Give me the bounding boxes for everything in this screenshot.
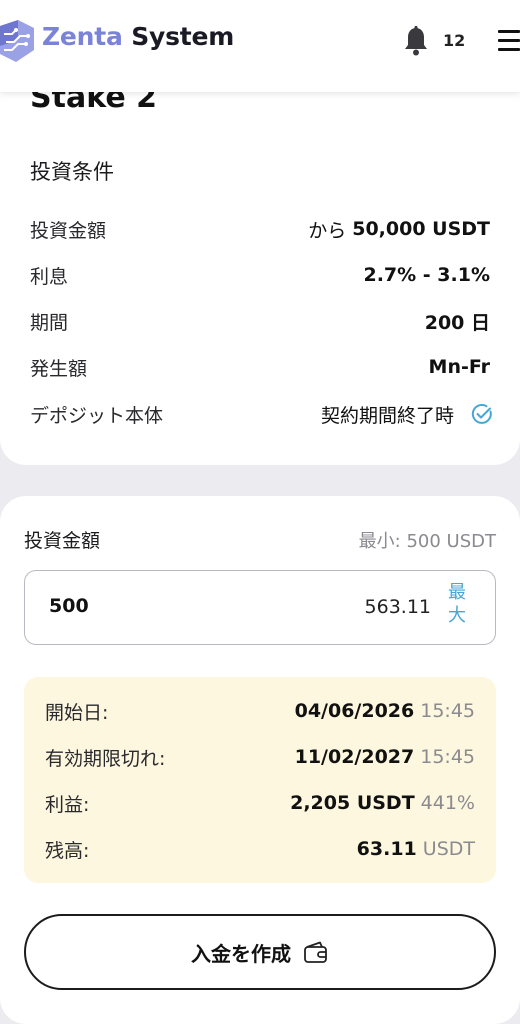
create-deposit-button[interactable]: 入金を作成 bbox=[24, 914, 496, 990]
investment-amount-input[interactable]: 500 563.11 最大 bbox=[24, 570, 496, 645]
brand-part2: System bbox=[131, 22, 235, 51]
summary-value-group: 2,205 USDT 441% bbox=[290, 792, 475, 814]
condition-row-amount: 投資金額 から 50,000 USDT bbox=[30, 214, 490, 244]
condition-row-accrual: 発生額 Mn-Fr bbox=[30, 352, 490, 382]
condition-value: 契約期間終了時 bbox=[320, 401, 492, 428]
condition-value-text: 契約期間終了時 bbox=[320, 404, 454, 427]
notification-count: 12 bbox=[443, 31, 466, 50]
condition-value: 2.7% - 3.1% bbox=[363, 264, 490, 286]
zenta-logo-icon[interactable] bbox=[0, 20, 34, 62]
summary-row-profit: 利益: 2,205 USDT 441% bbox=[45, 789, 475, 817]
investment-card: 投資金額 最小: 500 USDT 500 563.11 最大 開始日: 04/… bbox=[0, 496, 520, 1024]
summary-sub: 15:45 bbox=[420, 746, 475, 768]
create-deposit-label: 入金を作成 bbox=[191, 941, 291, 966]
condition-value-text: 50,000 USDT bbox=[352, 218, 490, 240]
summary-label: 有効期限切れ: bbox=[45, 747, 166, 770]
summary-value-group: 11/02/2027 15:45 bbox=[295, 746, 475, 768]
summary-value-group: 04/06/2026 15:45 bbox=[295, 700, 475, 722]
condition-label: デポジット本体 bbox=[30, 404, 164, 427]
hamburger-menu-icon[interactable] bbox=[498, 30, 520, 52]
investment-summary: 開始日: 04/06/2026 15:45 有効期限切れ: 11/02/2027 1… bbox=[24, 677, 496, 883]
check-circle-icon bbox=[471, 403, 492, 424]
condition-row-period: 期間 200 日 bbox=[30, 306, 490, 336]
bell-icon[interactable] bbox=[403, 26, 429, 56]
condition-value: から 50,000 USDT bbox=[308, 216, 490, 243]
condition-label: 利息 bbox=[30, 265, 69, 288]
available-balance: 563.11 bbox=[364, 596, 431, 618]
summary-label: 残高: bbox=[45, 839, 90, 862]
conditions-title: 投資条件 bbox=[30, 160, 114, 184]
condition-value: Mn-Fr bbox=[428, 356, 490, 378]
summary-value: 2,205 USDT bbox=[290, 792, 415, 814]
condition-label: 投資金額 bbox=[30, 219, 107, 242]
condition-row-interest: 利息 2.7% - 3.1% bbox=[30, 260, 490, 290]
summary-sub: USDT bbox=[422, 838, 475, 860]
wallet-icon bbox=[304, 941, 327, 963]
condition-label: 発生額 bbox=[30, 357, 88, 380]
summary-value: 63.11 bbox=[356, 838, 417, 860]
summary-row-expiry: 有効期限切れ: 11/02/2027 15:45 bbox=[45, 743, 475, 771]
summary-value: 04/06/2026 bbox=[294, 700, 415, 722]
plan-card: Stake 2 投資条件 投資金額 から 50,000 USDT 利息 2.7%… bbox=[0, 50, 520, 465]
brand-part1: Zenta bbox=[42, 22, 123, 51]
condition-value: 200 日 bbox=[424, 311, 490, 334]
app-header: Zenta System 12 bbox=[0, 0, 520, 92]
minimum-amount-label: 最小: 500 USDT bbox=[358, 531, 496, 552]
summary-sub: 441% bbox=[420, 792, 475, 814]
condition-prefix: から bbox=[308, 219, 347, 242]
input-value[interactable]: 500 bbox=[49, 595, 89, 617]
summary-label: 利益: bbox=[45, 793, 90, 816]
summary-row-balance: 残高: 63.11 USDT bbox=[45, 835, 475, 863]
investment-amount-label: 投資金額 bbox=[24, 530, 101, 552]
summary-row-start: 開始日: 04/06/2026 15:45 bbox=[45, 697, 475, 725]
condition-row-deposit-body: デポジット本体 契約期間終了時 bbox=[30, 399, 492, 429]
summary-value: 11/02/2027 bbox=[294, 746, 415, 768]
summary-value-group: 63.11 USDT bbox=[357, 838, 475, 860]
brand-name[interactable]: Zenta System bbox=[42, 22, 234, 51]
max-button[interactable]: 最大 bbox=[443, 581, 471, 627]
summary-sub: 15:45 bbox=[420, 700, 475, 722]
summary-label: 開始日: bbox=[45, 701, 109, 724]
condition-label: 期間 bbox=[30, 311, 69, 334]
